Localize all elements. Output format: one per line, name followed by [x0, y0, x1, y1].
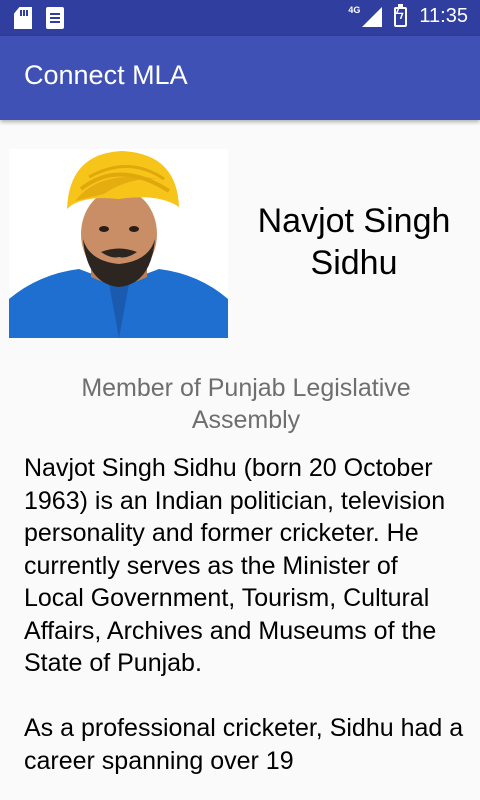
clock: 11:35	[419, 5, 468, 27]
sd-card-icon	[14, 7, 32, 29]
mla-designation: Member of Punjab Legislative Assembly	[81, 374, 411, 434]
battery-charging-icon	[394, 3, 408, 27]
app-title: Connect MLA	[24, 60, 188, 90]
signal-icon	[362, 6, 383, 27]
mla-name: Navjot Singh Sidhu	[257, 202, 451, 282]
status-bar: 4G 11:35	[0, 0, 480, 36]
document-icon	[46, 7, 64, 29]
system-icons: 4G 11:35	[348, 3, 468, 28]
app-bar: Connect MLA	[0, 36, 480, 120]
profile-photo	[9, 149, 228, 338]
notification-icons	[14, 7, 64, 29]
network-type-label: 4G	[348, 5, 361, 15]
mla-biography: Navjot Singh Sidhu (born 20 October 1963…	[24, 454, 464, 775]
portrait-image	[9, 149, 228, 338]
